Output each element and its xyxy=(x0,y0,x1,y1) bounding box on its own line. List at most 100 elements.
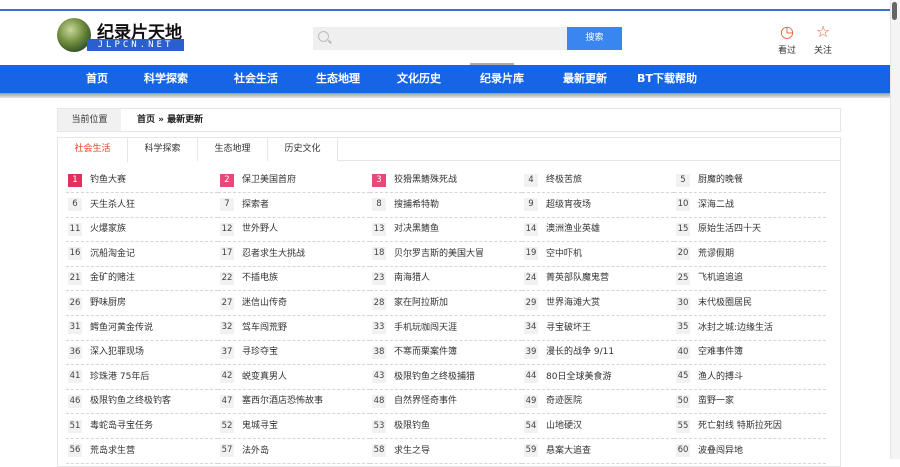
list-item[interactable]: 26 野味厨房 xyxy=(66,292,218,316)
item-title[interactable]: 钓鱼大赛 xyxy=(90,175,126,185)
nav-bt-help[interactable]: BT下载帮助 xyxy=(637,65,697,93)
item-title[interactable]: 不寒而栗案件簿 xyxy=(394,347,457,357)
tab-history[interactable]: 历史文化 xyxy=(268,138,338,161)
item-title[interactable]: 鳄鱼河黄金传说 xyxy=(90,323,153,333)
list-item[interactable]: 6 天生杀人狂 xyxy=(66,194,218,218)
item-title[interactable]: 南海猎人 xyxy=(394,273,430,283)
item-title[interactable]: 对决黑鳍鱼 xyxy=(394,224,439,234)
item-title[interactable]: 探索者 xyxy=(242,200,269,210)
nav-society[interactable]: 社会生活 xyxy=(234,65,278,93)
item-title[interactable]: 漫长的战争 9/11 xyxy=(546,347,614,357)
item-title[interactable]: 贝尔罗吉斯的美国大冒 xyxy=(394,249,484,259)
list-item[interactable]: 60 波叠闯异地 xyxy=(674,440,826,464)
item-title[interactable]: 狡猾黑鳍殊死战 xyxy=(394,175,457,185)
list-item[interactable]: 49 奇迹医院 xyxy=(522,390,674,415)
item-title[interactable]: 忍者求生大挑战 xyxy=(242,249,305,259)
item-title[interactable]: 奇迹医院 xyxy=(546,396,582,406)
list-item[interactable]: 57 法外岛 xyxy=(218,440,370,464)
list-item[interactable]: 47 塞西尔酒店恐怖故事 xyxy=(218,390,370,415)
list-item[interactable]: 15 原始生活四十天 xyxy=(674,218,826,243)
item-title[interactable]: 蛮野一家 xyxy=(698,396,734,406)
item-title[interactable]: 深海二战 xyxy=(698,200,734,210)
tab-ecology[interactable]: 生态地理 xyxy=(198,138,268,161)
item-title[interactable]: 荒岛求生营 xyxy=(90,446,135,456)
item-title[interactable]: 毒蛇岛寻宝任务 xyxy=(90,421,153,431)
item-title[interactable]: 深入犯罪现场 xyxy=(90,347,144,357)
breadcrumb-path[interactable]: 首页 » 最新更新 xyxy=(137,109,203,131)
list-item[interactable]: 40 空难事件簿 xyxy=(674,341,826,366)
site-logo[interactable]: 纪录片天地 JLPCN.NET xyxy=(57,18,187,54)
nav-culture-history[interactable]: 文化历史 xyxy=(397,65,441,93)
list-item[interactable]: 2 保卫美国首府 xyxy=(218,169,370,193)
list-item[interactable]: 39 漫长的战争 9/11 xyxy=(522,341,674,366)
list-item[interactable]: 31 鳄鱼河黄金传说 xyxy=(66,317,218,341)
list-item[interactable]: 16 沉船淘金记 xyxy=(66,243,218,267)
item-title[interactable]: 极限钓鱼 xyxy=(394,421,430,431)
list-item[interactable]: 45 渔人的搏斗 xyxy=(674,366,826,390)
tab-society[interactable]: 社会生活 xyxy=(58,138,128,162)
item-title[interactable]: 求生之导 xyxy=(394,446,430,456)
item-title[interactable]: 山地硬汉 xyxy=(546,421,582,431)
item-title[interactable]: 死亡射线 特斯拉死因 xyxy=(698,421,782,431)
list-item[interactable]: 12 世外野人 xyxy=(218,218,370,243)
item-title[interactable]: 保卫美国首府 xyxy=(242,175,296,185)
list-item[interactable]: 38 不寒而栗案件簿 xyxy=(370,341,522,366)
list-item[interactable]: 22 不插电族 xyxy=(218,267,370,292)
item-title[interactable]: 金矿的赌注 xyxy=(90,273,135,283)
history-clock-icon[interactable]: ◷ xyxy=(772,23,802,41)
list-item[interactable]: 36 深入犯罪现场 xyxy=(66,341,218,366)
list-item[interactable]: 24 菁英部队魔鬼营 xyxy=(522,267,674,292)
item-title[interactable]: 蜕变真男人 xyxy=(242,372,287,382)
scrollbar-track[interactable] xyxy=(890,0,900,459)
list-item[interactable]: 34 寻宝破坏王 xyxy=(522,317,674,341)
list-item[interactable]: 20 荒谬假期 xyxy=(674,243,826,267)
list-item[interactable]: 48 自然界怪奇事件 xyxy=(370,390,522,415)
follow-label[interactable]: 关注 xyxy=(808,43,838,56)
item-title[interactable]: 波叠闯异地 xyxy=(698,446,743,456)
item-title[interactable]: 厨魔的晚餐 xyxy=(698,175,743,185)
list-item[interactable]: 52 鬼城寻宝 xyxy=(218,415,370,439)
list-item[interactable]: 32 驾车闯荒野 xyxy=(218,317,370,341)
item-title[interactable]: 空中吓机 xyxy=(546,249,582,259)
item-title[interactable]: 世界海滩大赏 xyxy=(546,298,600,308)
history-label[interactable]: 看过 xyxy=(772,43,802,56)
nav-library[interactable]: 纪录片库 xyxy=(480,65,524,93)
item-title[interactable]: 迷信山传奇 xyxy=(242,298,287,308)
search-button[interactable]: 搜索 xyxy=(567,27,622,50)
item-title[interactable]: 塞西尔酒店恐怖故事 xyxy=(242,396,323,406)
list-item[interactable]: 33 手机玩咖闯天涯 xyxy=(370,317,522,341)
item-title[interactable]: 空难事件簿 xyxy=(698,347,743,357)
list-item[interactable]: 42 蜕变真男人 xyxy=(218,366,370,390)
item-title[interactable]: 极限钓鱼之终极钓客 xyxy=(90,396,171,406)
list-item[interactable]: 10 深海二战 xyxy=(674,194,826,218)
list-item[interactable]: 50 蛮野一家 xyxy=(674,390,826,415)
list-item[interactable]: 59 悬案大追查 xyxy=(522,440,674,464)
search-input[interactable] xyxy=(313,27,567,50)
list-item[interactable]: 5 厨魔的晚餐 xyxy=(674,169,826,193)
list-item[interactable]: 56 荒岛求生营 xyxy=(66,440,218,464)
list-item[interactable]: 13 对决黑鳍鱼 xyxy=(370,218,522,243)
list-item[interactable]: 4 终极苦旅 xyxy=(522,169,674,193)
item-title[interactable]: 飞机追追追 xyxy=(698,273,743,283)
star-icon[interactable]: ☆ xyxy=(808,23,838,41)
list-item[interactable]: 19 空中吓机 xyxy=(522,243,674,267)
item-title[interactable]: 世外野人 xyxy=(242,224,278,234)
item-title[interactable]: 野味厨房 xyxy=(90,298,126,308)
list-item[interactable]: 23 南海猎人 xyxy=(370,267,522,292)
list-item[interactable]: 35 冰封之城:边缘生活 xyxy=(674,317,826,341)
tab-science[interactable]: 科学探索 xyxy=(128,138,198,161)
list-item[interactable]: 41 珍珠港 75年后 xyxy=(66,366,218,390)
list-item[interactable]: 44 80日全球美食游 xyxy=(522,366,674,390)
item-title[interactable]: 珍珠港 75年后 xyxy=(90,372,149,382)
item-title[interactable]: 原始生活四十天 xyxy=(698,224,761,234)
item-title[interactable]: 鬼城寻宝 xyxy=(242,421,278,431)
list-item[interactable]: 51 毒蛇岛寻宝任务 xyxy=(66,415,218,439)
item-title[interactable]: 超级宵夜场 xyxy=(546,200,591,210)
list-item[interactable]: 55 死亡射线 特斯拉死因 xyxy=(674,415,826,439)
item-title[interactable]: 寻宝破坏王 xyxy=(546,323,591,333)
list-item[interactable]: 3 狡猾黑鳍殊死战 xyxy=(370,169,522,193)
list-item[interactable]: 46 极限钓鱼之终极钓客 xyxy=(66,390,218,415)
item-title[interactable]: 悬案大追查 xyxy=(546,446,591,456)
item-title[interactable]: 家在阿拉斯加 xyxy=(394,298,448,308)
item-title[interactable]: 法外岛 xyxy=(242,446,269,456)
